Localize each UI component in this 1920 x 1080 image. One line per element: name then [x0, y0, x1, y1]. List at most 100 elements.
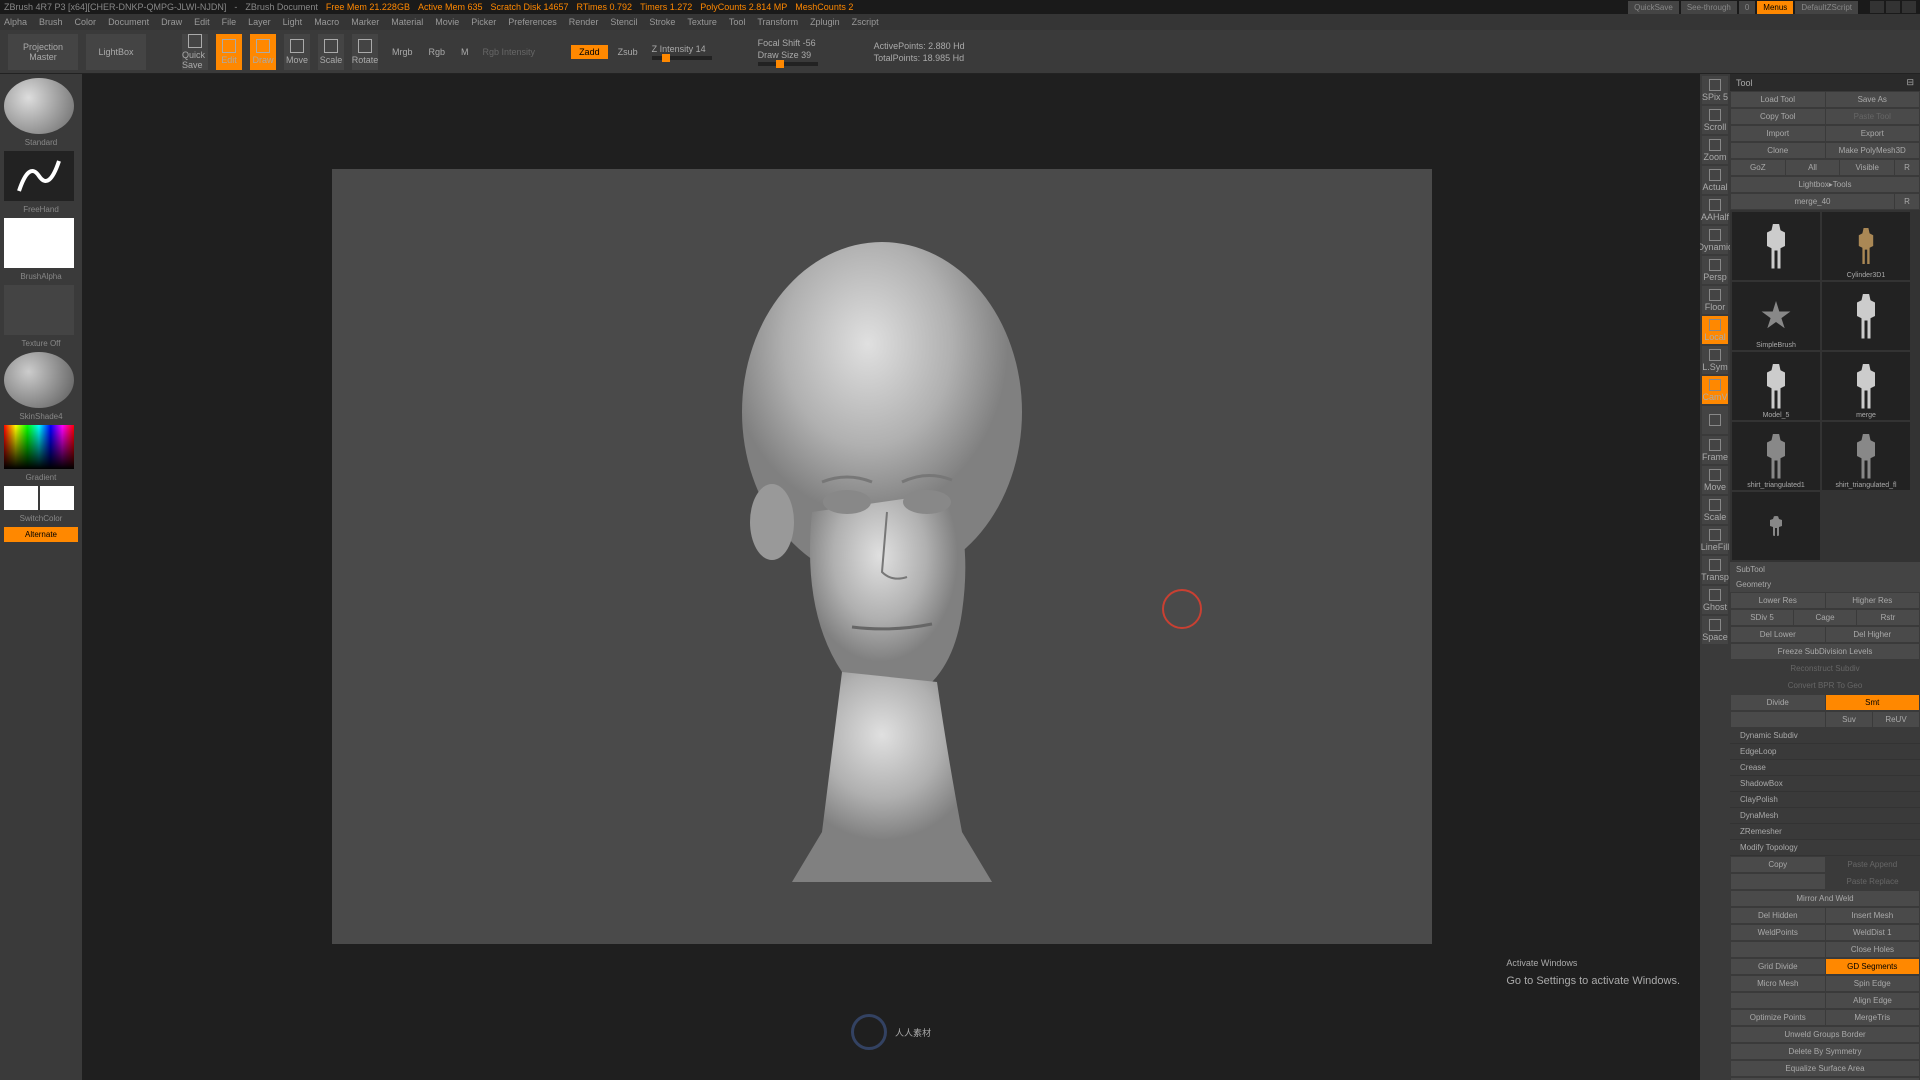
shadowbox-section[interactable]: ShadowBox	[1730, 776, 1920, 792]
zremesher-section[interactable]: ZRemesher	[1730, 824, 1920, 840]
equalize-surface-button[interactable]: Equalize Surface Area	[1731, 1061, 1919, 1076]
mirror-weld-button[interactable]: Mirror And Weld	[1731, 891, 1919, 906]
weld-dist-slider[interactable]: WeldDist 1	[1826, 925, 1920, 940]
default-script[interactable]: DefaultZScript	[1795, 1, 1858, 14]
lower-res-button[interactable]: Lower Res	[1731, 593, 1825, 608]
tool-thumb-shirt1[interactable]: shirt_triangulated1	[1732, 422, 1820, 490]
del-hidden-button[interactable]: Del Hidden	[1731, 908, 1825, 923]
menu-brush[interactable]: Brush	[39, 17, 63, 27]
claypolish-section[interactable]: ClayPolish	[1730, 792, 1920, 808]
edit-mode[interactable]: Edit	[216, 34, 242, 70]
cage-button[interactable]: Cage	[1794, 610, 1856, 625]
persp-button[interactable]: Persp	[1702, 256, 1728, 284]
z-intensity-slider[interactable]	[652, 56, 712, 60]
ghost-button[interactable]: Ghost	[1702, 586, 1728, 614]
menu-color[interactable]: Color	[75, 17, 97, 27]
menu-texture[interactable]: Texture	[687, 17, 717, 27]
tool-thumb-9[interactable]	[1732, 492, 1820, 560]
zsub-button[interactable]: Zsub	[612, 45, 644, 59]
linefill-button[interactable]: LineFill	[1702, 526, 1728, 554]
z-intensity[interactable]: Z Intensity 14	[652, 44, 706, 54]
delete-by-symmetry-button[interactable]: Delete By Symmetry	[1731, 1044, 1919, 1059]
smt-button[interactable]: Smt	[1826, 695, 1920, 710]
minimize-icon[interactable]	[1870, 1, 1884, 13]
menu-edit[interactable]: Edit	[194, 17, 210, 27]
rotate-mode[interactable]: Rotate	[352, 34, 378, 70]
texture-selector[interactable]	[4, 285, 74, 335]
tool-panel-header[interactable]: Tool⊟	[1730, 74, 1920, 91]
visible-button[interactable]: Visible	[1840, 160, 1894, 175]
copy-button[interactable]: Copy	[1731, 857, 1825, 872]
all-button[interactable]: All	[1786, 160, 1840, 175]
canvas[interactable]: 人人素材	[82, 74, 1700, 1080]
menu-alpha[interactable]: Alpha	[4, 17, 27, 27]
freeze-subdiv-button[interactable]: Freeze SubDivision Levels	[1731, 644, 1919, 659]
menu-light[interactable]: Light	[283, 17, 303, 27]
grid-divide-button[interactable]: Grid Divide	[1731, 959, 1825, 974]
paste-replace-button[interactable]: Paste Replace	[1826, 874, 1919, 889]
save-as-button[interactable]: Save As	[1826, 92, 1920, 107]
make-polymesh-button[interactable]: Make PolyMesh3D	[1826, 143, 1920, 158]
menu-preferences[interactable]: Preferences	[508, 17, 557, 27]
maximize-icon[interactable]	[1886, 1, 1900, 13]
gd-segments-button[interactable]: GD Segments	[1826, 959, 1920, 974]
space-button[interactable]: Space	[1702, 616, 1728, 644]
menus-button[interactable]: Menus	[1757, 1, 1793, 14]
tool-thumb-model5[interactable]: Model_5	[1732, 352, 1820, 420]
copy-tool-button[interactable]: Copy Tool	[1731, 109, 1825, 124]
spin-edge-button[interactable]: Spin Edge	[1826, 976, 1920, 991]
menu-render[interactable]: Render	[569, 17, 599, 27]
crease-section[interactable]: Crease	[1730, 760, 1920, 776]
menu-stroke[interactable]: Stroke	[649, 17, 675, 27]
move-view-button[interactable]: Move	[1702, 466, 1728, 494]
export-button[interactable]: Export	[1826, 126, 1920, 141]
zadd-button[interactable]: Zadd	[571, 45, 608, 59]
suv-button[interactable]: Suv	[1826, 712, 1872, 727]
clone-button[interactable]: Clone	[1731, 143, 1825, 158]
lightbox-button[interactable]: LightBox	[86, 34, 146, 70]
geometry-section[interactable]: Geometry	[1730, 577, 1920, 592]
draw-size[interactable]: Draw Size 39	[758, 50, 812, 60]
divide-button[interactable]: Divide	[1731, 695, 1825, 710]
menu-stencil[interactable]: Stencil	[610, 17, 637, 27]
scale-view-button[interactable]: Scale	[1702, 496, 1728, 524]
import-button[interactable]: Import	[1731, 126, 1825, 141]
menu-draw[interactable]: Draw	[161, 17, 182, 27]
lsym-button[interactable]: L.Sym	[1702, 346, 1728, 374]
reconstruct-button[interactable]: Reconstruct Subdiv	[1731, 661, 1919, 676]
m-button[interactable]: M	[455, 45, 475, 59]
spix-button[interactable]: SPix 5	[1702, 76, 1728, 104]
stroke-selector[interactable]	[4, 151, 74, 201]
color-main[interactable]	[4, 486, 38, 510]
seethrough-value[interactable]: 0	[1739, 1, 1755, 14]
edgeloop-section[interactable]: EdgeLoop	[1730, 744, 1920, 760]
panel-close-icon[interactable]: ⊟	[1906, 77, 1914, 88]
menu-zplugin[interactable]: Zplugin	[810, 17, 840, 27]
tool-thumb-4[interactable]	[1822, 282, 1910, 350]
zoom-button[interactable]: Zoom	[1702, 136, 1728, 164]
draw-size-slider[interactable]	[758, 62, 818, 66]
modify-topology-section[interactable]: Modify Topology	[1730, 840, 1920, 856]
load-tool-button[interactable]: Load Tool	[1731, 92, 1825, 107]
quicksave-tool[interactable]: Quick Save	[182, 34, 208, 70]
local-button[interactable]: Local	[1702, 316, 1728, 344]
menu-movie[interactable]: Movie	[435, 17, 459, 27]
tool-thumb-simplebrush[interactable]: SimpleBrush	[1732, 282, 1820, 350]
r2-button[interactable]: R	[1895, 194, 1919, 209]
unweld-groups-button[interactable]: Unweld Groups Border	[1731, 1027, 1919, 1042]
move-mode[interactable]: Move	[284, 34, 310, 70]
insert-mesh-button[interactable]: Insert Mesh	[1826, 908, 1920, 923]
actual-button[interactable]: Actual	[1702, 166, 1728, 194]
menu-document[interactable]: Document	[108, 17, 149, 27]
dynamic-button[interactable]: Dynamic	[1702, 226, 1728, 254]
merge-label[interactable]: merge_40	[1731, 194, 1894, 209]
focal-shift[interactable]: Focal Shift -56	[758, 38, 816, 48]
transp-button[interactable]: Transp	[1702, 556, 1728, 584]
color-picker[interactable]	[4, 425, 74, 469]
menu-transform[interactable]: Transform	[757, 17, 798, 27]
projection-master[interactable]: Projection Master	[8, 34, 78, 70]
paste-tool-button[interactable]: Paste Tool	[1826, 109, 1920, 124]
dynamic-subdiv-section[interactable]: Dynamic Subdiv	[1730, 728, 1920, 744]
reuv-button[interactable]: ReUV	[1873, 712, 1919, 727]
menu-macro[interactable]: Macro	[314, 17, 339, 27]
